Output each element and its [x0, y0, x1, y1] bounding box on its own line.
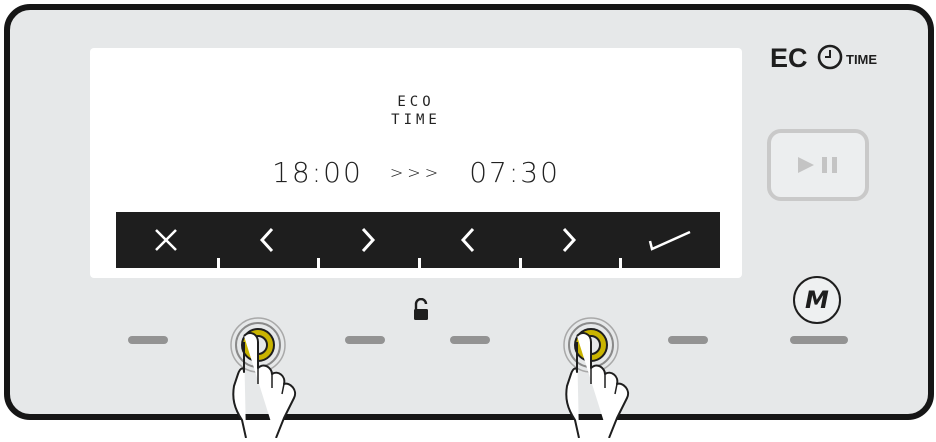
softkey-bar: [116, 212, 720, 268]
logo-eco-text: EC: [770, 43, 808, 72]
mode-label-line1: ECO: [397, 94, 435, 110]
clock-hands: [825, 50, 831, 58]
divider-tick: [619, 258, 623, 268]
mode-label: ECO TIME: [90, 93, 742, 129]
softkey-increase-end[interactable]: [518, 212, 620, 268]
menu-button[interactable]: M: [793, 276, 841, 324]
touch-zone-3-indicator[interactable]: [345, 336, 385, 344]
hand-pointer-icon: [224, 328, 304, 442]
time-range: 18:00 >>> 07:30: [90, 156, 742, 189]
appliance-control-panel: ECO TIME 18:00 >>> 07:30 EC TIME M: [4, 4, 934, 420]
softkey-increase-start[interactable]: [317, 212, 418, 268]
menu-indicator[interactable]: [790, 336, 848, 344]
eco-time-logo: EC TIME: [770, 42, 900, 76]
softkey-confirm[interactable]: [619, 212, 720, 268]
mode-label-line2: TIME: [391, 112, 441, 128]
hand-pointer-icon: [557, 328, 637, 442]
touch-zone-6-indicator[interactable]: [668, 336, 708, 344]
divider-tick: [518, 258, 522, 268]
touch-zone-1-indicator[interactable]: [128, 336, 168, 344]
softkey-decrease-end[interactable]: [418, 212, 519, 268]
divider-tick: [216, 258, 220, 268]
chevron-right-icon: [562, 227, 577, 253]
x-icon: [155, 229, 178, 251]
check-icon: [648, 230, 691, 251]
touch-zone-4-indicator[interactable]: [450, 336, 490, 344]
play-pause-icon: [798, 157, 837, 173]
unlock-icon: [412, 297, 430, 326]
divider-tick: [317, 258, 321, 268]
end-time: 07:30: [469, 156, 560, 189]
start-time: 18:00: [272, 156, 363, 189]
menu-button-label: M: [805, 286, 829, 314]
start-pause-button[interactable]: [767, 129, 869, 201]
softkey-decrease-start[interactable]: [216, 212, 318, 268]
logo-time-text: TIME: [846, 52, 877, 67]
display-screen: ECO TIME 18:00 >>> 07:30: [90, 48, 742, 278]
chevron-right-icon: [361, 227, 375, 253]
divider-tick: [418, 258, 422, 268]
arrows-indicator: >>>: [389, 163, 443, 182]
chevron-left-icon: [461, 227, 475, 253]
softkey-cancel[interactable]: [116, 212, 217, 268]
chevron-left-icon: [259, 227, 274, 253]
